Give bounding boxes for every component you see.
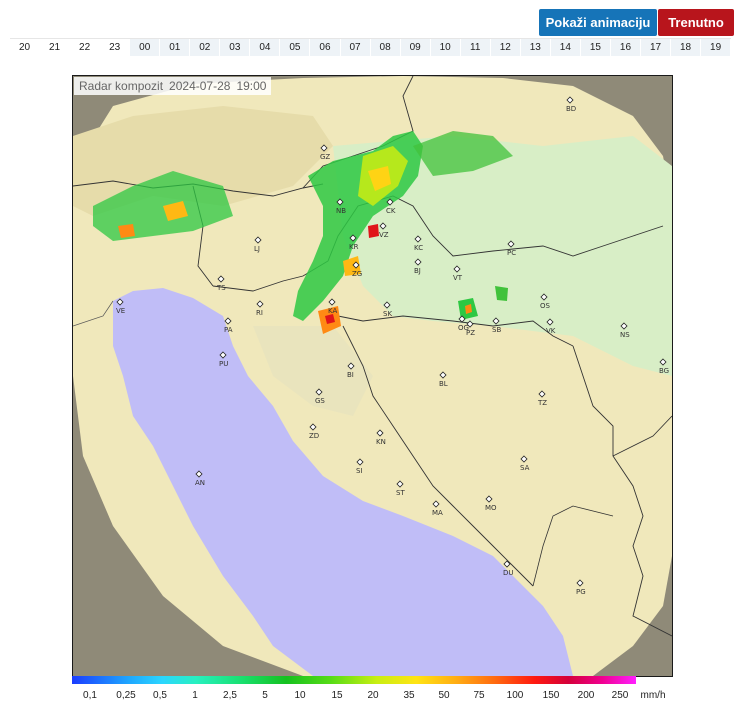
station-label: BL (439, 380, 448, 388)
map-time: 19:00 (236, 79, 267, 93)
hour-18[interactable]: 18 (671, 39, 702, 56)
station-label: SB (492, 326, 501, 334)
hour-13[interactable]: 13 (520, 39, 551, 56)
map-title: Radar kompozit (79, 79, 164, 93)
radar-map: BD GZ NB CK VZ KR KC PC LJ ZG BJ VT TS OS VE RI SK KA PA OG… (72, 75, 673, 677)
map-date: 2024-07-28 (169, 79, 231, 93)
scale-label: 2,5 (223, 690, 237, 701)
hour-16[interactable]: 16 (610, 39, 641, 56)
scale-label: 250 (611, 690, 629, 701)
station-label: GZ (320, 153, 330, 161)
station-label: ZG (352, 270, 362, 278)
hour-01[interactable]: 01 (160, 39, 191, 56)
scale-label: 0,25 (116, 690, 136, 701)
station-bj: BJ (414, 258, 422, 275)
station-label: GS (315, 397, 325, 405)
scale-label: 35 (403, 690, 415, 701)
station-label: KA (328, 307, 337, 315)
station-label: SK (383, 310, 392, 318)
station-label: BJ (414, 267, 421, 275)
station-label: MA (432, 509, 443, 517)
scale-label: 5 (262, 690, 268, 701)
hour-selector: 20 21 22 23 00 01 02 03 04 05 06 07 08 09 10 11 12 13 14 15… (10, 38, 732, 56)
station-label: TZ (537, 399, 547, 407)
station-label: BI (347, 371, 354, 379)
timestamp-label: Radar kompozit 2024-07-28 19:00 (74, 77, 272, 95)
station-label: RI (256, 309, 263, 317)
station-label: CK (386, 207, 396, 215)
scale-label: 200 (577, 690, 595, 701)
scale-label: 1 (192, 690, 198, 701)
station-label: MO (485, 504, 497, 512)
station-label: DU (503, 569, 514, 577)
hour-21[interactable]: 21 (40, 39, 71, 56)
scale-label: 50 (438, 690, 450, 701)
station-label: SA (520, 464, 530, 472)
station-label: BD (566, 105, 576, 113)
station-si: SI (356, 458, 364, 475)
hour-23[interactable]: 23 (100, 39, 131, 56)
hour-09[interactable]: 09 (400, 39, 431, 56)
hour-04[interactable]: 04 (250, 39, 281, 56)
station-label: NB (336, 207, 346, 215)
hour-00[interactable]: 00 (130, 39, 161, 56)
scale-label: 10 (294, 690, 306, 701)
station-label: KR (349, 243, 359, 251)
station-label: ZD (309, 432, 319, 440)
station-label: KC (414, 244, 423, 252)
hour-06[interactable]: 06 (310, 39, 341, 56)
station-lj: LJ (254, 236, 262, 253)
station-label: PZ (466, 329, 475, 337)
station-bi: BI (347, 362, 355, 379)
station-label: BG (659, 367, 669, 375)
hour-12[interactable]: 12 (490, 39, 521, 56)
hour-07[interactable]: 07 (340, 39, 371, 56)
station-label: AN (195, 479, 205, 487)
hour-14[interactable]: 14 (550, 39, 581, 56)
current-button[interactable]: Trenutno (658, 9, 734, 36)
station-label: PU (219, 360, 228, 368)
hour-22[interactable]: 22 (70, 39, 101, 56)
scale-label: 20 (367, 690, 379, 701)
show-animation-button[interactable]: Pokaži animaciju (539, 9, 657, 36)
station-label: OS (540, 302, 551, 310)
station-label: SI (356, 467, 363, 475)
station-label: VE (116, 307, 125, 315)
hour-02[interactable]: 02 (190, 39, 221, 56)
station-label: LJ (254, 245, 260, 253)
station-label: VK (546, 327, 556, 335)
hour-19[interactable]: 19 (701, 39, 732, 56)
hour-17[interactable]: 17 (640, 39, 672, 56)
radar-map-canvas: BDGZNB CKVZKR KCPCLJZG BJVTTSOSVE RI SKKAPA OG… (73, 76, 672, 676)
hour-08[interactable]: 08 (370, 39, 401, 56)
scale-unit: mm/h (640, 690, 666, 701)
scale-label: 150 (542, 690, 560, 701)
station-label: VT (453, 274, 463, 282)
scale-label: 0,5 (153, 690, 167, 701)
scale-label: 0,1 (83, 690, 97, 701)
station-label: TS (216, 284, 226, 292)
hour-05[interactable]: 05 (280, 39, 311, 56)
station-label: PC (507, 249, 516, 257)
hour-15[interactable]: 15 (580, 39, 611, 56)
hour-11[interactable]: 11 (460, 39, 491, 56)
station-label: KN (376, 438, 386, 446)
scale-label: 75 (473, 690, 485, 701)
scale-label: 100 (506, 690, 524, 701)
hour-10[interactable]: 10 (430, 39, 461, 56)
intensity-color-scale (72, 676, 636, 684)
station-ri: RI (256, 300, 264, 317)
intensity-scale-labels: 0,1 0,25 0,5 1 2,5 5 10 15 20 35 50 75 100 150 200 250 m… (72, 690, 672, 704)
hour-20[interactable]: 20 (10, 39, 41, 56)
scale-label: 15 (331, 690, 343, 701)
station-label: PA (224, 326, 233, 334)
hour-03[interactable]: 03 (220, 39, 251, 56)
station-label: ST (396, 489, 405, 497)
station-label: NS (620, 331, 630, 339)
station-label: VZ (379, 231, 389, 239)
station-label: PG (576, 588, 586, 596)
